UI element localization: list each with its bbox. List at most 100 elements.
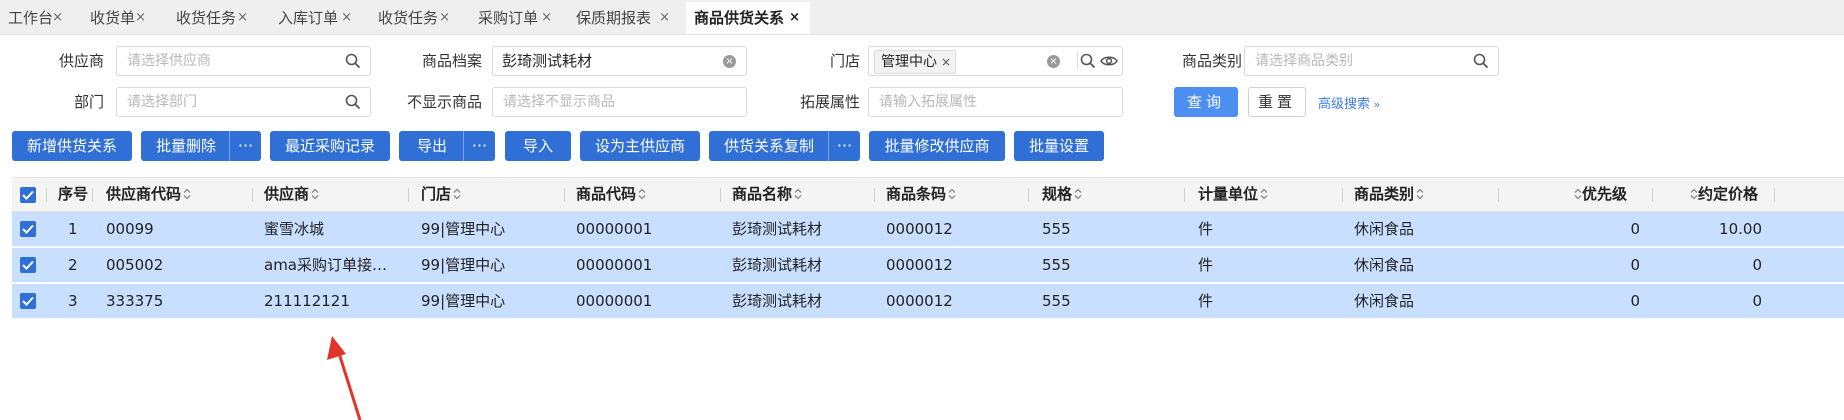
tab-close-icon[interactable]: × bbox=[237, 2, 248, 34]
ext-attr-input[interactable]: 请输入拓展属性 bbox=[868, 87, 1123, 117]
batch-edit-supplier-button[interactable]: 批量修改供应商 bbox=[869, 131, 1005, 161]
store-input[interactable]: 管理中心 × × bbox=[868, 46, 1123, 76]
col-priority[interactable]: 优先级 bbox=[1572, 178, 1627, 211]
search-icon[interactable] bbox=[345, 53, 361, 69]
col-agreed-price[interactable]: 约定价格 bbox=[1688, 178, 1758, 211]
hidden-products-label: 不显示商品 bbox=[406, 93, 482, 111]
department-label: 部门 bbox=[73, 93, 104, 111]
tab-close-icon[interactable]: × bbox=[541, 2, 552, 34]
col-product-code[interactable]: 商品代码 bbox=[576, 178, 646, 211]
cell-spec: 555 bbox=[1042, 256, 1071, 274]
import-button[interactable]: 导入 bbox=[505, 131, 571, 161]
add-supply-relation-button[interactable]: 新增供货关系 bbox=[12, 131, 132, 161]
tab-receiving-task[interactable]: 收货任务 × bbox=[168, 2, 258, 34]
sort-icon bbox=[948, 188, 956, 200]
col-supplier[interactable]: 供应商 bbox=[264, 178, 319, 211]
col-product-name[interactable]: 商品名称 bbox=[732, 178, 802, 211]
product-file-input[interactable]: 彭琦测试耗材 × bbox=[492, 46, 747, 76]
table-row[interactable]: 3 333375 211112121 99|管理中心 00000001 彭琦测试… bbox=[12, 284, 1844, 319]
supplier-input[interactable]: 请选择供应商 bbox=[116, 46, 371, 76]
cell-barcode: 0000012 bbox=[886, 292, 953, 310]
col-barcode[interactable]: 商品条码 bbox=[886, 178, 956, 211]
col-unit[interactable]: 计量单位 bbox=[1198, 178, 1268, 211]
sort-icon bbox=[1074, 188, 1082, 200]
query-button[interactable]: 查询 bbox=[1174, 87, 1238, 117]
hidden-products-input[interactable]: 请选择不显示商品 bbox=[492, 87, 747, 117]
tab-close-icon[interactable]: × bbox=[659, 2, 670, 34]
cell-index: 1 bbox=[68, 220, 78, 238]
tab-workbench[interactable]: 工作台 × bbox=[0, 2, 73, 34]
search-icon[interactable] bbox=[1080, 53, 1096, 69]
cell-store: 99|管理中心 bbox=[421, 256, 506, 274]
category-input[interactable]: 请选择商品类别 bbox=[1244, 46, 1499, 76]
annotation-arrow-icon bbox=[327, 336, 362, 420]
row-checkbox[interactable] bbox=[20, 221, 36, 237]
recent-purchase-button[interactable]: 最近采购记录 bbox=[270, 131, 390, 161]
export-button[interactable]: 导出 ··· bbox=[399, 131, 495, 161]
col-category[interactable]: 商品类别 bbox=[1354, 178, 1424, 211]
batch-delete-button[interactable]: 批量删除 ··· bbox=[141, 131, 261, 161]
check-icon bbox=[22, 296, 34, 306]
tab-close-icon[interactable]: × bbox=[341, 2, 352, 34]
more-icon[interactable]: ··· bbox=[229, 131, 261, 161]
cell-supplier-code: 005002 bbox=[106, 256, 164, 274]
search-icon[interactable] bbox=[345, 94, 361, 110]
cell-spec: 555 bbox=[1042, 292, 1071, 310]
row-checkbox[interactable] bbox=[20, 257, 36, 273]
col-supplier-code[interactable]: 供应商代码 bbox=[106, 178, 191, 211]
tab-receipt[interactable]: 收货单 × bbox=[82, 2, 156, 34]
product-file-label: 商品档案 bbox=[421, 52, 482, 70]
advanced-search-link[interactable]: 高级搜索 » bbox=[1318, 93, 1380, 112]
reset-button[interactable]: 重置 bbox=[1248, 87, 1306, 117]
store-label: 门店 bbox=[829, 52, 860, 70]
cell-barcode: 0000012 bbox=[886, 256, 953, 274]
clear-icon[interactable]: × bbox=[1047, 55, 1060, 68]
cell-category: 休闲食品 bbox=[1354, 256, 1415, 274]
tab-inbound-order[interactable]: 入库订单 × bbox=[270, 2, 362, 34]
cell-agreed-price: 0 bbox=[1752, 292, 1762, 310]
cell-supplier: 211112121 bbox=[264, 292, 350, 310]
sort-icon bbox=[1260, 188, 1268, 200]
cell-supplier-code: 333375 bbox=[106, 292, 164, 310]
tab-bar: 工作台 × 收货单 × 收货任务 × 入库订单 × 收货任务 × 采购订单 × 保质期报表 ×… bbox=[0, 0, 1844, 35]
select-all-checkbox[interactable] bbox=[20, 187, 36, 203]
table-row[interactable]: 1 00099 蜜雪冰城 99|管理中心 00000001 彭琦测试耗材 000… bbox=[12, 212, 1844, 247]
batch-settings-button[interactable]: 批量设置 bbox=[1014, 131, 1104, 161]
check-icon bbox=[22, 260, 34, 270]
search-icon[interactable] bbox=[1473, 53, 1489, 69]
more-icon[interactable]: ··· bbox=[463, 131, 495, 161]
col-store[interactable]: 门店 bbox=[421, 178, 461, 211]
cell-index: 2 bbox=[68, 256, 78, 274]
tab-purchase-order[interactable]: 采购订单 × bbox=[470, 2, 562, 34]
tab-close-icon[interactable]: × bbox=[135, 2, 146, 34]
sort-icon bbox=[1574, 188, 1582, 200]
department-input[interactable]: 请选择部门 bbox=[116, 87, 371, 117]
double-chevron-down-icon: » bbox=[1370, 98, 1381, 111]
cell-supplier-code: 00099 bbox=[106, 220, 154, 238]
cell-store: 99|管理中心 bbox=[421, 292, 506, 310]
col-spec[interactable]: 规格 bbox=[1042, 178, 1082, 211]
tab-shelf-life-report[interactable]: 保质期报表 × bbox=[568, 2, 680, 34]
sort-icon bbox=[183, 188, 191, 200]
cell-unit: 件 bbox=[1198, 292, 1214, 310]
sort-icon bbox=[638, 188, 646, 200]
clear-icon[interactable]: × bbox=[723, 55, 736, 68]
tab-close-icon[interactable]: × bbox=[52, 2, 63, 34]
copy-supply-relation-button[interactable]: 供货关系复制 ··· bbox=[709, 131, 860, 161]
supplier-label: 供应商 bbox=[58, 52, 104, 70]
set-main-supplier-button[interactable]: 设为主供应商 bbox=[580, 131, 700, 161]
eye-icon[interactable] bbox=[1100, 54, 1118, 68]
cell-spec: 555 bbox=[1042, 220, 1071, 238]
table-header: 序号 供应商代码 供应商 门店 商品代码 商品名称 商品条码 规格 计量单位 商… bbox=[12, 177, 1844, 212]
tab-receiving-task-2[interactable]: 收货任务 × bbox=[370, 2, 460, 34]
table-row[interactable]: 2 005002 ama采购订单接… 99|管理中心 00000001 彭琦测试… bbox=[12, 248, 1844, 283]
ext-attr-label: 拓展属性 bbox=[799, 93, 860, 111]
sort-icon bbox=[1690, 188, 1698, 200]
tab-supply-relation[interactable]: 商品供货关系 × bbox=[686, 2, 810, 34]
check-icon bbox=[22, 190, 34, 200]
row-checkbox[interactable] bbox=[20, 293, 36, 309]
chip-close-icon[interactable]: × bbox=[941, 51, 951, 73]
more-icon[interactable]: ··· bbox=[828, 131, 860, 161]
tab-close-icon[interactable]: × bbox=[789, 2, 800, 34]
tab-close-icon[interactable]: × bbox=[439, 2, 450, 34]
